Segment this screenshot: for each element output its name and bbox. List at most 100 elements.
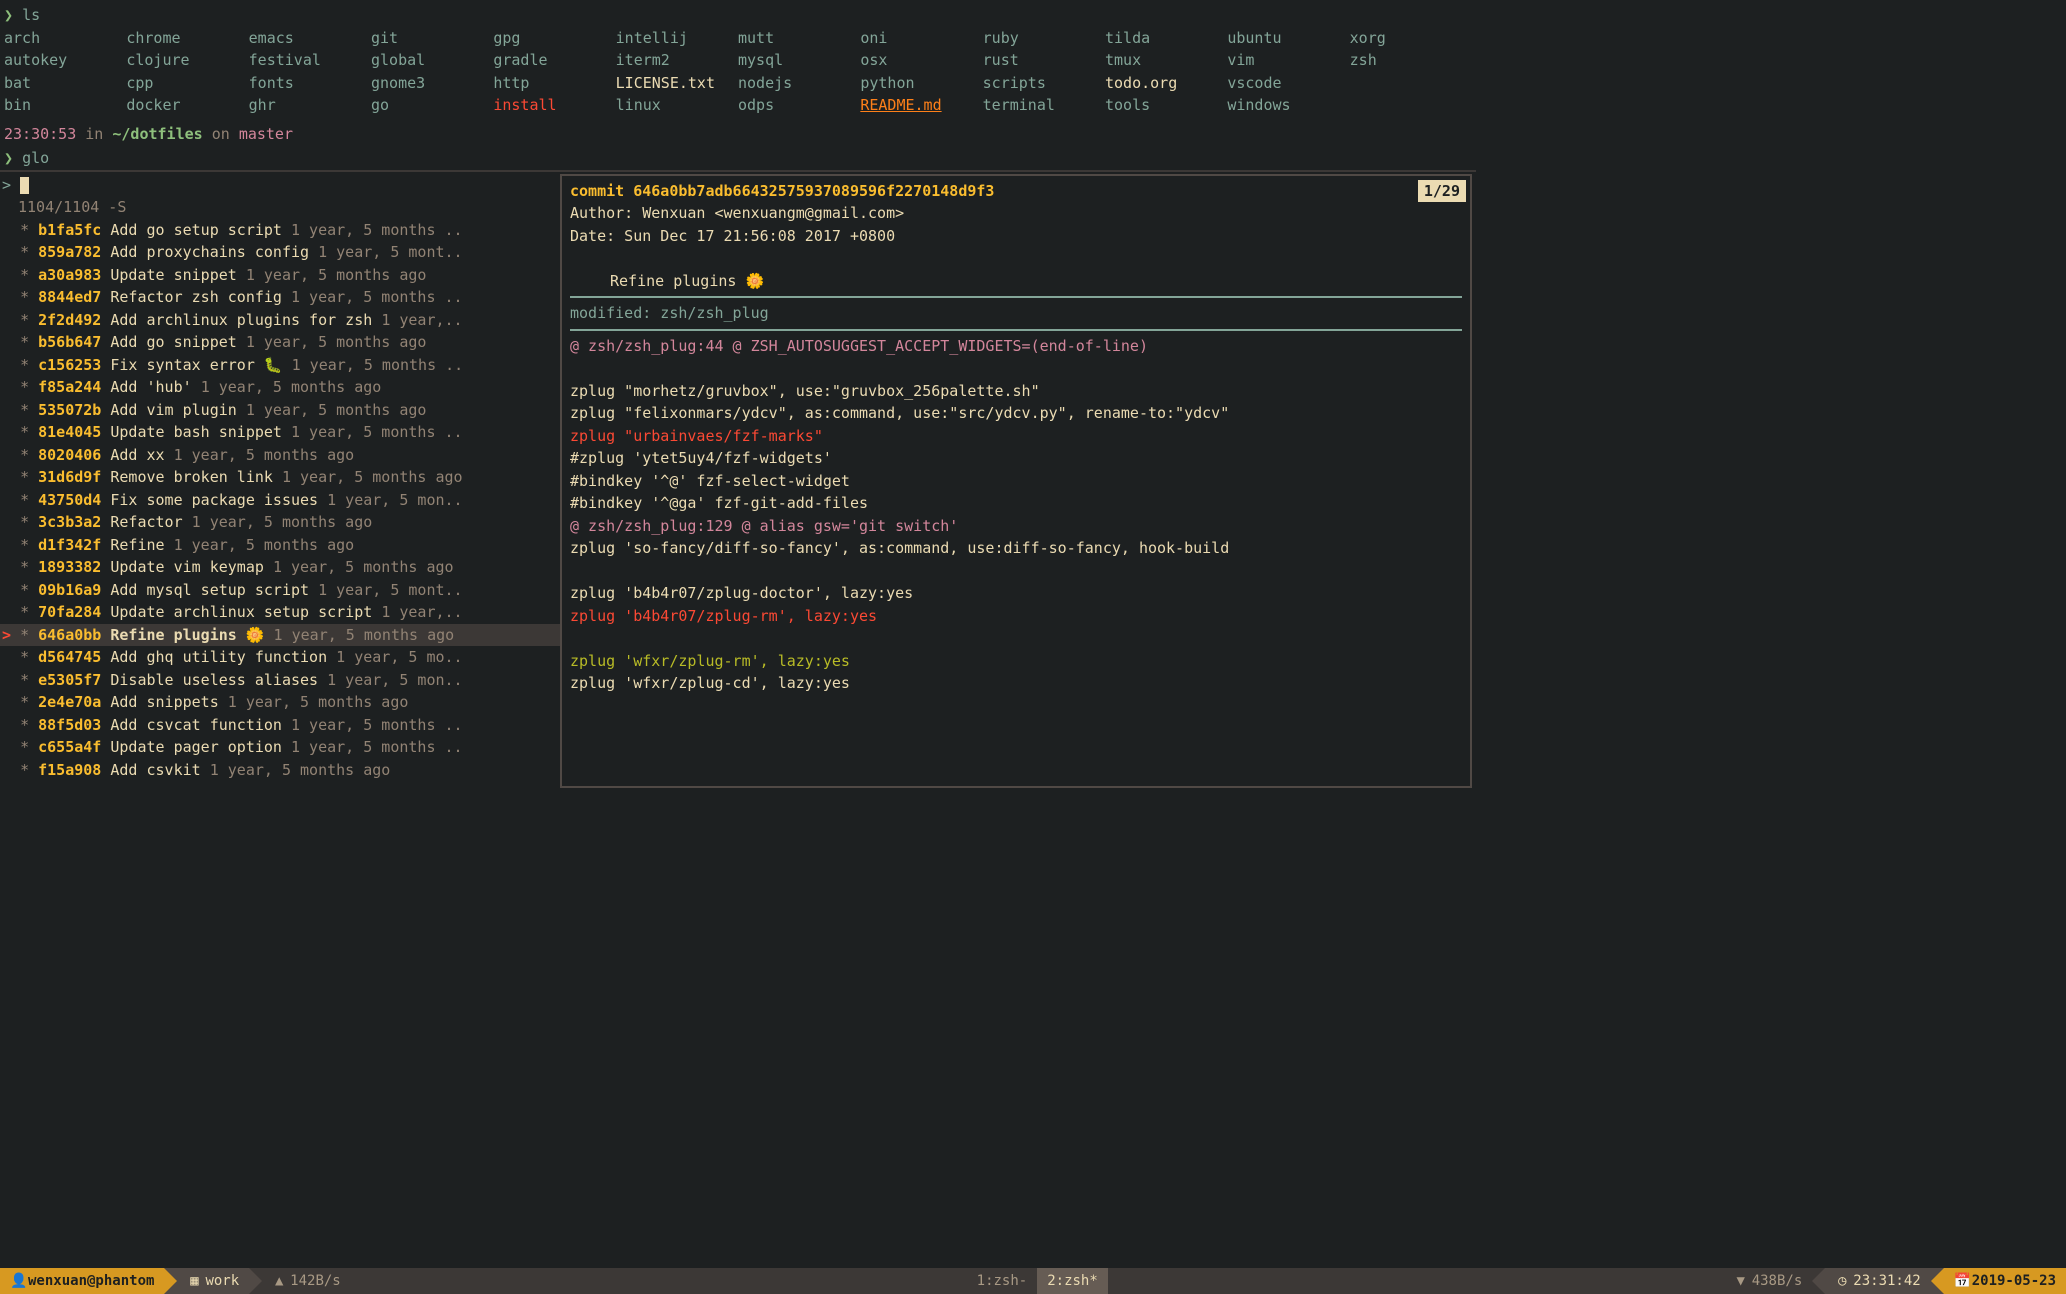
commit-list-item[interactable]: * e5305f7 Disable useless aliases 1 year… — [0, 669, 560, 692]
commit-list-item[interactable]: * c655a4f Update pager option 1 year, 5 … — [0, 736, 560, 759]
diff-line: zplug 'b4b4r07/zplug-doctor', lazy:yes — [570, 582, 1462, 605]
commit-list-item[interactable]: * 70fa284 Update archlinux setup script … — [0, 601, 560, 624]
fzf-preview-pane[interactable]: 1/29 commit 646a0bb7adb66432575937089596… — [560, 174, 1472, 788]
ls-entry: festival — [249, 49, 371, 72]
commit-author: Author: Wenxuan <wenxuangm@gmail.com> — [570, 202, 1462, 225]
commit-list-item[interactable]: * d564745 Add ghq utility function 1 yea… — [0, 646, 560, 669]
commit-list-item[interactable]: * 535072b Add vim plugin 1 year, 5 month… — [0, 399, 560, 422]
ls-entry: nodejs — [738, 72, 860, 95]
ls-entry: bat — [4, 72, 126, 95]
prompt-symbol-icon: ❯ — [4, 149, 22, 167]
commit-list-item[interactable]: * 2e4e70a Add snippets 1 year, 5 months … — [0, 691, 560, 714]
diff-line — [570, 560, 1462, 583]
commit-message: Refine plugins 🌼 — [570, 270, 1462, 293]
ls-entry: linux — [616, 94, 738, 117]
commit-list-item[interactable]: * 31d6d9f Remove broken link 1 year, 5 m… — [0, 466, 560, 489]
prompt-path: ~/dotfiles — [112, 125, 202, 143]
ls-entry: xorg — [1350, 27, 1472, 50]
ls-entry: iterm2 — [616, 49, 738, 72]
clock-icon: ◷ — [1835, 1271, 1849, 1292]
status-net-up: ▲142B/s — [262, 1268, 351, 1294]
ls-entry: README.md — [860, 94, 982, 117]
user-icon: 👤 — [10, 1271, 24, 1292]
commit-list-item[interactable]: * 88f5d03 Add csvcat function 1 year, 5 … — [0, 714, 560, 737]
ls-entry: git — [371, 27, 493, 50]
ls-entry: mutt — [738, 27, 860, 50]
status-clock: ◷23:31:42 — [1825, 1268, 1930, 1294]
commit-list-item[interactable]: * 09b16a9 Add mysql setup script 1 year,… — [0, 579, 560, 602]
commit-list-item[interactable]: * c156253 Fix syntax error 🐛 1 year, 5 m… — [0, 354, 560, 377]
git-branch: master — [239, 125, 293, 143]
divider — [570, 296, 1462, 298]
ls-entry: tilda — [1105, 27, 1227, 50]
tmux-status-bar: 👤wenxuan@phantom ▦work ▲142B/s 1:zsh- 2:… — [0, 1268, 2066, 1294]
status-net-down: ▼438B/s — [1724, 1268, 1813, 1294]
calendar-icon: 📅 — [1954, 1271, 1968, 1292]
commit-list-item[interactable]: * 81e4045 Update bash snippet 1 year, 5 … — [0, 421, 560, 444]
diff-line: zplug "morhetz/gruvbox", use:"gruvbox_25… — [570, 380, 1462, 403]
ls-entry: gnome3 — [371, 72, 493, 95]
preview-position-badge: 1/29 — [1418, 180, 1466, 203]
ls-command: ls — [22, 6, 40, 24]
glo-command: glo — [22, 149, 49, 167]
tmux-window-1[interactable]: 1:zsh- — [967, 1268, 1038, 1294]
commit-list-item[interactable]: * 859a782 Add proxychains config 1 year,… — [0, 241, 560, 264]
ls-entry: tmux — [1105, 49, 1227, 72]
diff-line: zplug 'wfxr/zplug-rm', lazy:yes — [570, 650, 1462, 673]
ls-entry: cpp — [126, 72, 248, 95]
ls-entry: terminal — [983, 94, 1105, 117]
diff-line: #bindkey '^@' fzf-select-widget — [570, 470, 1462, 493]
divider — [570, 329, 1462, 331]
fzf-list-pane[interactable]: > 1104/1104 -S * b1fa5fc Add go setup sc… — [0, 172, 560, 792]
prompt-symbol-icon: ❯ — [4, 6, 22, 24]
commit-list-item[interactable]: * 1893382 Update vim keymap 1 year, 5 mo… — [0, 556, 560, 579]
ls-entry: install — [493, 94, 615, 117]
commit-list-item[interactable]: * 43750d4 Fix some package issues 1 year… — [0, 489, 560, 512]
commit-list-item[interactable]: * 3c3b3a2 Refactor 1 year, 5 months ago — [0, 511, 560, 534]
commit-list-item[interactable]: * f15a908 Add csvkit 1 year, 5 months ag… — [0, 759, 560, 782]
status-user-host: 👤wenxuan@phantom — [0, 1268, 164, 1294]
commit-list-item[interactable]: * 8844ed7 Refactor zsh config 1 year, 5 … — [0, 286, 560, 309]
ls-entry: fonts — [249, 72, 371, 95]
ls-entry: vim — [1227, 49, 1349, 72]
ls-entry: docker — [126, 94, 248, 117]
diff-line: zplug "felixonmars/ydcv", as:command, us… — [570, 402, 1462, 425]
tmux-window-2-active[interactable]: 2:zsh* — [1037, 1268, 1108, 1294]
ls-entry: autokey — [4, 49, 126, 72]
diff-line: zplug 'wfxr/zplug-cd', lazy:yes — [570, 672, 1462, 695]
commit-list-item[interactable]: * f85a244 Add 'hub' 1 year, 5 months ago — [0, 376, 560, 399]
ls-entry: clojure — [126, 49, 248, 72]
glo-command-line: ❯ glo — [4, 147, 1472, 170]
ls-entry: tools — [1105, 94, 1227, 117]
ls-entry: rust — [983, 49, 1105, 72]
ls-entry: mysql — [738, 49, 860, 72]
download-icon: ▼ — [1734, 1271, 1748, 1292]
ls-entry: python — [860, 72, 982, 95]
ls-entry: scripts — [983, 72, 1105, 95]
commit-list-item[interactable]: * 8020406 Add xx 1 year, 5 months ago — [0, 444, 560, 467]
commit-header: commit 646a0bb7adb66432575937089596f2270… — [570, 180, 1462, 203]
diff-line: zplug 'b4b4r07/zplug-rm', lazy:yes — [570, 605, 1462, 628]
ls-entry: go — [371, 94, 493, 117]
diff-line: #bindkey '^@ga' fzf-git-add-files — [570, 492, 1462, 515]
commit-list-item[interactable]: * a30a983 Update snippet 1 year, 5 month… — [0, 264, 560, 287]
ls-entry: todo.org — [1105, 72, 1227, 95]
commit-list-item[interactable]: > * 646a0bb Refine plugins 🌼 1 year, 5 m… — [0, 624, 560, 647]
commit-list-item[interactable]: * b1fa5fc Add go setup script 1 year, 5 … — [0, 219, 560, 242]
ls-command-line: ❯ ls — [4, 4, 1472, 27]
cursor-icon — [20, 177, 29, 194]
commit-list-item[interactable]: * b56b647 Add go snippet 1 year, 5 month… — [0, 331, 560, 354]
fzf-search-input[interactable]: > — [0, 174, 560, 197]
diff-line: #zplug 'ytet5uy4/fzf-widgets' — [570, 447, 1462, 470]
diff-line — [570, 627, 1462, 650]
commit-list-item[interactable]: * 2f2d492 Add archlinux plugins for zsh … — [0, 309, 560, 332]
ls-entry: oni — [860, 27, 982, 50]
modified-file: modified: zsh/zsh_plug — [570, 302, 1462, 325]
ls-entry: http — [493, 72, 615, 95]
upload-icon: ▲ — [272, 1271, 286, 1292]
ls-entry: intellij — [616, 27, 738, 50]
status-session: ▦work — [177, 1268, 249, 1294]
ls-entry: global — [371, 49, 493, 72]
commit-list-item[interactable]: * d1f342f Refine 1 year, 5 months ago — [0, 534, 560, 557]
ls-entry: arch — [4, 27, 126, 50]
